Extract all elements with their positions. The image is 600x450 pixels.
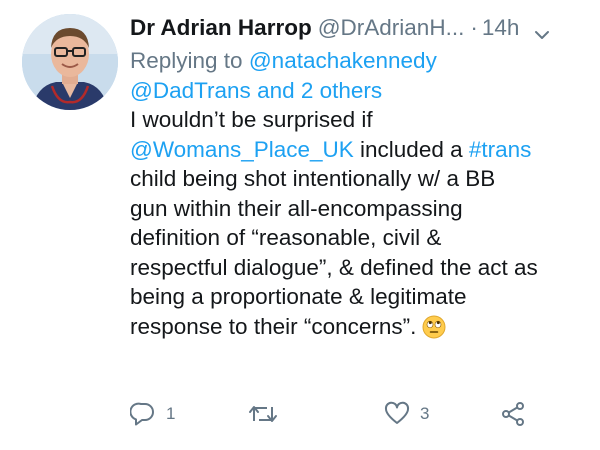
tweet-header: Dr Adrian Harrop @DrAdrianH... · 14h xyxy=(130,10,585,46)
tweet-line-8-text: response to their “concerns”. xyxy=(130,313,417,339)
author-handle[interactable]: @DrAdrianH... xyxy=(318,10,465,46)
face-with-rolling-eyes-icon xyxy=(422,315,446,339)
tweet-line-3: child being shot intentionally w/ a BB xyxy=(130,166,496,191)
reply-mention-1[interactable]: @natachakennedy xyxy=(249,48,437,73)
body-mention[interactable]: @Womans_Place_UK xyxy=(130,137,354,162)
reply-and: and xyxy=(257,77,295,103)
avatar[interactable] xyxy=(22,14,118,110)
tweet-line-6: respectful dialogue”, & defined the act … xyxy=(130,254,538,280)
replying-prefix: Replying to xyxy=(130,48,243,73)
tweet-line-2: @Womans_Place_UK included a #trans xyxy=(130,135,585,165)
tweet-line-4: gun within their all-encompassing xyxy=(130,195,463,221)
tweet-text: I wouldn’t be surprised if @Womans_Place… xyxy=(130,105,585,341)
share-icon xyxy=(500,401,526,427)
tweet: Dr Adrian Harrop @DrAdrianH... · 14h Rep… xyxy=(0,0,600,450)
retweet-icon xyxy=(248,401,278,427)
reply-button[interactable]: 1 xyxy=(130,398,175,430)
replying-to: Replying to @natachakennedy @DadTrans an… xyxy=(130,46,585,105)
body-text-mid: included a xyxy=(353,136,469,162)
tweet-actions: 1 3 xyxy=(130,398,550,430)
reply-mention-2[interactable]: @DadTrans xyxy=(130,78,251,103)
body-hashtag[interactable]: #trans xyxy=(469,137,532,162)
chevron-down-icon[interactable] xyxy=(533,19,551,39)
like-button[interactable]: 3 xyxy=(384,398,429,430)
reply-count: 1 xyxy=(166,404,176,423)
reply-others[interactable]: 2 others xyxy=(301,78,382,103)
retweet-button[interactable] xyxy=(248,398,288,430)
tweet-line-7: being a proportionate & legitimate xyxy=(130,284,467,309)
timestamp[interactable]: 14h xyxy=(482,10,520,46)
heart-icon xyxy=(384,401,410,427)
author-name[interactable]: Dr Adrian Harrop xyxy=(130,10,312,46)
tweet-line-5: definition of “reasonable, civil & xyxy=(130,225,442,250)
tweet-line-8: response to their “concerns”. xyxy=(130,312,585,342)
tweet-content: Dr Adrian Harrop @DrAdrianH... · 14h Rep… xyxy=(130,10,585,341)
reply-icon xyxy=(130,401,156,427)
share-button[interactable] xyxy=(500,398,526,430)
tweet-line-1: I wouldn’t be surprised if xyxy=(130,107,373,132)
separator: · xyxy=(470,15,478,40)
like-count: 3 xyxy=(420,404,430,423)
avatar-image xyxy=(22,14,118,110)
